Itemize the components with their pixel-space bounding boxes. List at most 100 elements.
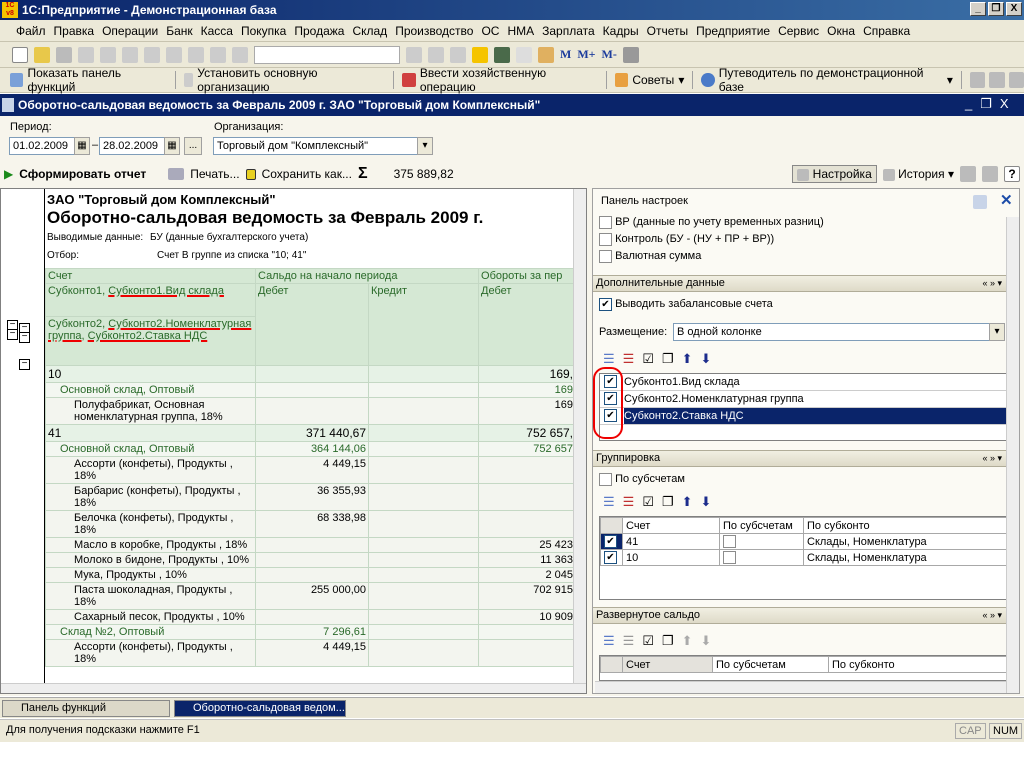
cut-icon[interactable]	[78, 46, 94, 63]
table-row[interactable]: Мука, Продукты , 10% 2 045	[45, 567, 577, 583]
section-grouping[interactable]: Группировка « » ▾	[593, 450, 1006, 467]
column-header[interactable]: По субконто	[803, 517, 1008, 534]
table-row[interactable]: 10 169,	[45, 365, 577, 383]
help-icon[interactable]	[472, 46, 488, 63]
delete-row-icon[interactable]: ☰	[623, 633, 635, 649]
table-row[interactable]: Масло в коробке, Продукты , 18% 25 423	[45, 537, 577, 553]
menu-item[interactable]: Операции	[98, 24, 162, 38]
print-button[interactable]: Печать...	[190, 167, 239, 181]
open-icon[interactable]	[34, 46, 50, 63]
extra-data-list[interactable]: ✔ Субконто1.Вид склада ✔ Субконто2.Номенкла…	[599, 373, 1007, 441]
move-down-icon[interactable]: ⬇	[701, 633, 712, 649]
task-functions-panel[interactable]: Панель функций	[2, 700, 170, 717]
report-icon[interactable]	[1008, 72, 1024, 88]
menu-item[interactable]: Продажа	[290, 24, 348, 38]
calendar-icon[interactable]	[516, 46, 532, 63]
history-button[interactable]: История ▾	[882, 167, 954, 181]
set-org-button[interactable]: Установить основную организацию	[197, 66, 385, 94]
checkbox[interactable]	[723, 551, 736, 564]
add-row-icon[interactable]: ☰	[603, 351, 615, 367]
close-panel-icon[interactable]: ✕	[1000, 191, 1013, 209]
period-select-button[interactable]: ...	[184, 137, 202, 155]
checkbox[interactable]	[599, 216, 612, 229]
checkbox[interactable]	[599, 233, 612, 246]
section-extra-data[interactable]: Дополнительные данные « » ▾	[593, 275, 1006, 292]
clipboard-icon[interactable]	[450, 46, 466, 63]
move-up-icon[interactable]: ⬆	[682, 633, 693, 649]
check-all-icon[interactable]: ☑	[642, 494, 654, 510]
menu-item[interactable]: Отчеты	[643, 24, 692, 38]
menu-item[interactable]: ОС	[477, 24, 503, 38]
menu-item[interactable]: Покупка	[237, 24, 290, 38]
menu-item[interactable]: Зарплата	[538, 24, 599, 38]
section-arrows-icon[interactable]: « » ▾	[982, 608, 1002, 623]
calculator-icon[interactable]	[494, 46, 510, 63]
section-expanded-saldo[interactable]: Развернутое сальдо « » ▾	[593, 607, 1006, 624]
placement-dropdown-button[interactable]: ▾	[989, 323, 1005, 341]
collapse-icon[interactable]: −	[19, 332, 30, 343]
help-question-icon[interactable]: ?	[1004, 166, 1020, 182]
column-header[interactable]: По субсчетам	[712, 656, 829, 673]
checkbox[interactable]: ✔	[604, 535, 617, 548]
extra-list-item[interactable]: ✔ Субконто2.Ставка НДС	[600, 408, 1006, 425]
menu-item[interactable]: НМА	[503, 24, 538, 38]
uncheck-all-icon[interactable]: ❐	[662, 494, 674, 510]
section-arrows-icon[interactable]: « » ▾	[982, 276, 1002, 291]
table-row[interactable]: Склад №2, Оптовый 7 296,61	[45, 624, 577, 640]
table-icon[interactable]	[969, 72, 986, 88]
collapse-icon[interactable]: −	[7, 329, 18, 340]
menu-item[interactable]: Предприятие	[692, 24, 774, 38]
minimize-button[interactable]: _	[970, 2, 986, 16]
memory-icons[interactable]: M M+ M-	[560, 47, 617, 62]
table-row[interactable]: Барбарис (конфеты), Продукты , 18% 36 355…	[45, 483, 577, 511]
table-row[interactable]: Ассорти (конфеты), Продукты , 18% 4 449,1…	[45, 456, 577, 484]
menu-item[interactable]: Справка	[859, 24, 914, 38]
move-down-icon[interactable]: ⬇	[701, 494, 712, 510]
calendar-to-button[interactable]: ▦	[164, 137, 180, 155]
column-header[interactable]: По субсчетам	[719, 517, 804, 534]
table-row[interactable]: ✔ 10 Склады, Номенклатура	[600, 549, 1008, 566]
undo-icon[interactable]	[188, 46, 204, 63]
extra-list-item[interactable]: ✔ Субконто2.Номенклатурная группа	[600, 391, 1006, 408]
table-row[interactable]: Паста шоколадная, Продукты , 18% 255 000,…	[45, 582, 577, 610]
check-all-icon[interactable]: ☑	[642, 633, 654, 649]
table-row[interactable]: Ассорти (конфеты), Продукты , 18% 4 449,1…	[45, 639, 577, 667]
table-row[interactable]: Основной склад, Оптовый 169	[45, 382, 577, 398]
task-report-window[interactable]: Оборотно-сальдовая ведом...	[174, 700, 346, 717]
move-up-icon[interactable]: ⬆	[682, 494, 693, 510]
checkbox[interactable]	[723, 535, 736, 548]
table-row[interactable]: ✔ 41 Склады, Номенклатура	[600, 533, 1008, 550]
guide-button[interactable]: Путеводитель по демонстрационной базе	[719, 66, 943, 94]
child-window-controls[interactable]: _❐X	[965, 96, 1017, 112]
menu-item[interactable]: Банк	[162, 24, 196, 38]
offbalance-checkbox[interactable]: ✔	[599, 298, 612, 311]
uncheck-all-icon[interactable]: ❐	[662, 351, 674, 367]
table-t-icon[interactable]	[989, 72, 1005, 88]
collapse-icon[interactable]: −	[19, 359, 30, 370]
section-arrows-icon[interactable]: « » ▾	[982, 451, 1002, 466]
column-header[interactable]: Счет	[622, 517, 720, 534]
row-check[interactable]: ✔	[600, 533, 623, 550]
placement-select[interactable]: В одной колонке	[673, 323, 1005, 341]
tools-icon[interactable]	[622, 46, 639, 63]
check-all-icon[interactable]: ☑	[642, 351, 654, 367]
redo-icon[interactable]	[210, 46, 226, 63]
subaccounts-cell[interactable]	[719, 549, 804, 566]
add-row-icon[interactable]: ☰	[603, 633, 615, 649]
table-row[interactable]: Сахарный песок, Продукты , 10% 10 909	[45, 609, 577, 625]
delete-row-icon[interactable]: ☰	[623, 351, 635, 367]
copy-icon[interactable]	[100, 46, 116, 63]
report-horizontal-scrollbar[interactable]	[1, 683, 586, 693]
close-button[interactable]: X	[1006, 2, 1022, 16]
save-settings-icon[interactable]	[982, 166, 998, 182]
move-up-icon[interactable]: ⬆	[682, 351, 693, 367]
save-icon[interactable]	[56, 46, 72, 63]
column-header[interactable]: По субконто	[828, 656, 1006, 673]
menu-item[interactable]: Файл	[12, 24, 50, 38]
subaccounts-cell[interactable]	[719, 533, 804, 550]
new-icon[interactable]	[12, 46, 28, 63]
menu-item[interactable]: Кадры	[599, 24, 643, 38]
preview-icon[interactable]	[166, 46, 182, 63]
add-row-icon[interactable]: ☰	[603, 494, 615, 510]
uncheck-all-icon[interactable]: ❐	[662, 633, 674, 649]
